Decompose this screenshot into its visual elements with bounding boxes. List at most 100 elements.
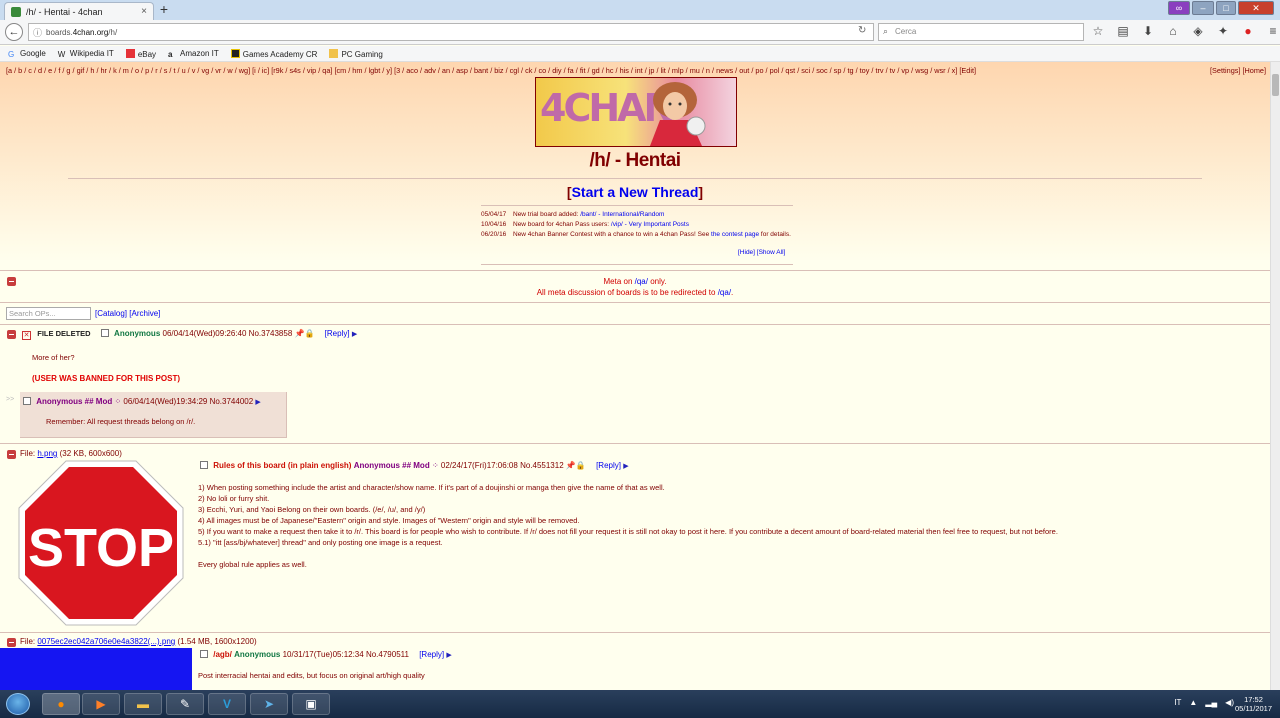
reload-icon[interactable]: ↻ [858, 25, 866, 36]
bookmark-games-academy[interactable]: Games Academy CR [230, 48, 317, 59]
catalog-link[interactable]: [Catalog] [95, 309, 127, 318]
toolbar-icons: ☆ ▤ ⬇ ⌂ ◈ ✦ ● ≡ [1090, 24, 1280, 38]
download-icon[interactable]: ⬇ [1140, 24, 1156, 38]
ebay-icon [125, 48, 135, 58]
tray-expand-icon[interactable]: ▲ [1189, 698, 1197, 707]
extension-icon[interactable]: ✦ [1215, 24, 1231, 38]
news-blotter: 05/04/17 New trial board added: /bant/ - … [481, 210, 793, 240]
bookmark-wikipedia[interactable]: W Wikipedia IT [58, 49, 114, 59]
bookmark-google[interactable]: G Google [8, 49, 46, 59]
adblock-icon[interactable]: ● [1240, 24, 1256, 38]
file-link[interactable]: h.png [37, 449, 57, 458]
taskbar-explorer-icon[interactable]: ▬ [124, 693, 162, 715]
page-scrollbar[interactable] [1270, 62, 1280, 690]
volume-icon[interactable]: ◀) [1225, 698, 1234, 707]
bookmark-star-icon[interactable]: ☆ [1090, 24, 1106, 38]
page-content: [a / b / c / d / e / f / g / gif / h / h… [0, 62, 1270, 690]
stop-sign-image[interactable]: STOP [18, 460, 184, 626]
scrollbar-thumb[interactable] [1272, 74, 1279, 96]
reply-post: Anonymous ## Mod ⁘ 06/04/14(Wed)19:34:29… [20, 392, 287, 438]
news-hide-showall[interactable]: [Hide] [Show All] [738, 249, 785, 256]
qa-link[interactable]: /qa/ [635, 277, 648, 286]
taskbar-telegram-icon[interactable]: ➤ [250, 693, 288, 715]
news-link[interactable]: the contest page [711, 231, 759, 238]
post-menu-arrow-icon[interactable]: ▶ [255, 399, 260, 406]
close-window-button[interactable]: ✕ [1238, 1, 1274, 15]
news-link[interactable]: /vip/ - Very Important Posts [611, 221, 689, 228]
taskbar-monitor-icon[interactable]: ▣ [292, 693, 330, 715]
reply-link[interactable]: [Reply] [325, 329, 350, 338]
post-checkbox[interactable] [100, 329, 109, 337]
address-bar[interactable]: ⓘ boards. 4chan.org/h/ [28, 23, 874, 41]
post-menu-arrow-icon[interactable]: ▶ [352, 331, 357, 338]
post-message: 1) When posting something include the ar… [198, 483, 1058, 569]
thread-op: Rules of this board (in plain english) A… [200, 461, 629, 470]
pocket-icon[interactable]: ◈ [1190, 24, 1206, 38]
menu-icon[interactable]: ≡ [1265, 24, 1280, 38]
news-divider-top [481, 205, 793, 206]
file-link[interactable]: 0075ec2ec042a706e0e4a3822(...).png [37, 637, 175, 646]
clock[interactable]: 17:52 05/11/2017 [1235, 695, 1272, 713]
global-message: Meta on /qa/ only. All meta discussion o… [536, 277, 734, 297]
poster-name: Anonymous [114, 329, 161, 338]
qa-link[interactable]: /qa/ [718, 288, 731, 297]
start-new-thread-link[interactable]: Start a New Thread [572, 184, 699, 200]
minimize-button[interactable]: – [1192, 1, 1214, 15]
board-banner[interactable]: 4CHAN [535, 77, 737, 147]
post-checkbox[interactable] [23, 397, 31, 405]
post-checkbox[interactable] [200, 461, 208, 469]
wikipedia-icon: W [57, 49, 66, 59]
sticky-pin-icon: 📌 [565, 461, 576, 470]
language-indicator[interactable]: IT [1174, 698, 1181, 707]
thread-op: ✕ FILE DELETED Anonymous 06/04/14(Wed)09… [22, 329, 357, 340]
taskbar-tools-icon[interactable]: ✎ [166, 693, 204, 715]
archive-link[interactable]: [Archive] [129, 309, 160, 318]
post-menu-arrow-icon[interactable]: ▶ [446, 652, 451, 659]
settings-home-links[interactable]: [Settings] [Home] [1210, 66, 1266, 75]
bookmark-amazon[interactable]: a Amazon IT [168, 49, 219, 59]
board-list[interactable]: [a / b / c / d / e / f / g / gif / h / h… [6, 66, 1166, 75]
taskbar-v-app-icon[interactable]: V [208, 693, 246, 715]
post-number[interactable]: No.4790511 [366, 650, 409, 659]
taskbar-firefox-icon[interactable]: ● [42, 693, 80, 715]
ban-notice: (USER WAS BANNED FOR THIS POST) [32, 374, 181, 383]
post-number[interactable]: No.3743858 [249, 329, 293, 338]
start-button[interactable] [6, 693, 30, 715]
tab-close-icon[interactable]: × [141, 6, 147, 17]
news-divider-bottom [481, 264, 793, 265]
navigation-bar: ← ⓘ boards. 4chan.org/h/ ↻ ⌕ Cerca ☆ ▤ ⬇ … [0, 20, 1280, 45]
reply-arrows: >> [6, 396, 15, 403]
post-checkbox[interactable] [200, 650, 208, 658]
news-link[interactable]: /bant/ - International/Random [580, 211, 664, 218]
info-icon[interactable]: ⓘ [33, 26, 42, 39]
post-number[interactable]: No.4551312 [520, 461, 564, 470]
post-number[interactable]: No.3744002 [210, 397, 254, 406]
start-new-thread: [Start a New Thread] [566, 184, 704, 200]
search-ops-input[interactable]: Search OPs... [6, 307, 91, 320]
reply-link[interactable]: [Reply] [596, 461, 621, 470]
browser-tab[interactable]: /h/ - Hentai - 4chan × [4, 2, 154, 20]
post-message: Post interracial hentai and edits, but f… [198, 671, 425, 680]
network-icon[interactable]: ▂▄ [1205, 698, 1217, 707]
bookmark-pc-gaming[interactable]: PC Gaming [329, 48, 383, 59]
home-icon[interactable]: ⌂ [1165, 24, 1181, 38]
maximize-button[interactable]: □ [1216, 1, 1236, 15]
mod-icon: ⁘ [431, 461, 439, 470]
hide-thread-toggle-icon[interactable] [7, 450, 16, 459]
url-prefix: boards. [46, 27, 73, 37]
search-input[interactable]: ⌕ Cerca [878, 23, 1084, 41]
post-datetime: 06/04/14(Wed)09:26:40 [162, 329, 247, 338]
search-icon: ⌕ [883, 26, 889, 36]
post-menu-arrow-icon[interactable]: ▶ [623, 463, 628, 470]
reading-list-icon[interactable]: ▤ [1115, 24, 1131, 38]
reply-link[interactable]: [Reply] [419, 650, 444, 659]
tab-title: /h/ - Hentai - 4chan [26, 6, 103, 17]
system-tray: IT ▲ ▂▄ ◀) [1174, 698, 1234, 707]
bookmark-ebay[interactable]: eBay [125, 48, 156, 59]
redacted-thumbnail[interactable] [0, 648, 192, 690]
back-button[interactable]: ← [5, 23, 23, 41]
taskbar-media-player-icon[interactable]: ▶ [82, 693, 120, 715]
new-tab-button[interactable]: + [156, 2, 172, 18]
hide-thread-toggle-icon[interactable] [7, 638, 16, 647]
hide-thread-toggle-icon[interactable] [7, 330, 16, 339]
